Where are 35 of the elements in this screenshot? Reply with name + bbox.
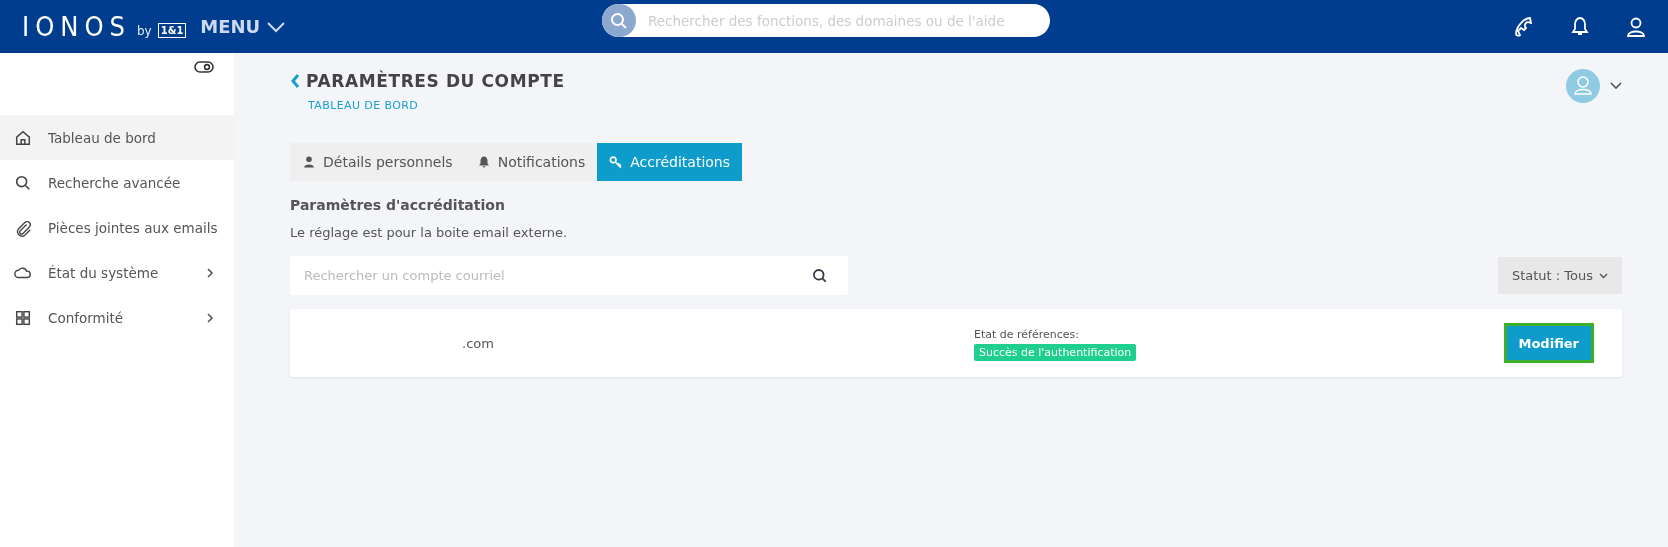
sidebar-item[interactable]: État du système: [0, 250, 234, 295]
bell-icon[interactable]: [1570, 15, 1590, 38]
user-icon: [302, 155, 316, 169]
toggle-icon[interactable]: [194, 61, 214, 73]
search-icon[interactable]: [812, 268, 828, 284]
sidebar-item[interactable]: Tableau de bord: [0, 115, 234, 160]
bell-icon: [476, 155, 491, 169]
chevron-down-icon[interactable]: [1610, 82, 1622, 90]
partner-logo: 1&1: [157, 23, 187, 38]
section-title: Paramètres d'accréditation: [290, 197, 506, 213]
account-email: .com: [462, 335, 494, 351]
home-icon: [14, 128, 32, 147]
key-icon: [609, 155, 624, 169]
sidebar-item[interactable]: Pièces jointes aux emails: [0, 205, 234, 250]
user-icon[interactable]: [1626, 15, 1646, 38]
logo-by: by: [137, 24, 152, 38]
logo[interactable]: IONOS: [22, 13, 131, 40]
sidebar-item[interactable]: Recherche avancée: [0, 160, 234, 205]
paperclip-icon: [14, 218, 32, 237]
section-description: Le réglage est pour la boite email externe.: [290, 225, 569, 240]
status-filter-dropdown[interactable]: Statut : Tous: [1497, 257, 1622, 294]
search-icon: [14, 173, 32, 192]
page-title: PARAMÈTRES DU COMPTE: [306, 71, 565, 91]
chevron-right-icon: [206, 311, 214, 324]
grid-icon: [14, 308, 32, 327]
menu-button[interactable]: MENU: [200, 16, 287, 37]
account-search-field[interactable]: Rechercher un compte courriel: [290, 256, 848, 295]
status-badge: Succès de l'authentification: [974, 343, 1137, 361]
chevron-down-icon: [1599, 272, 1608, 279]
search-icon: [609, 10, 629, 31]
status-label: Etat de références:: [974, 327, 1080, 341]
sidebar-item[interactable]: Conformité: [0, 295, 234, 340]
chevron-down-icon: [266, 20, 287, 33]
chevron-right-icon: [206, 266, 214, 279]
phone-icon[interactable]: [1512, 14, 1534, 39]
